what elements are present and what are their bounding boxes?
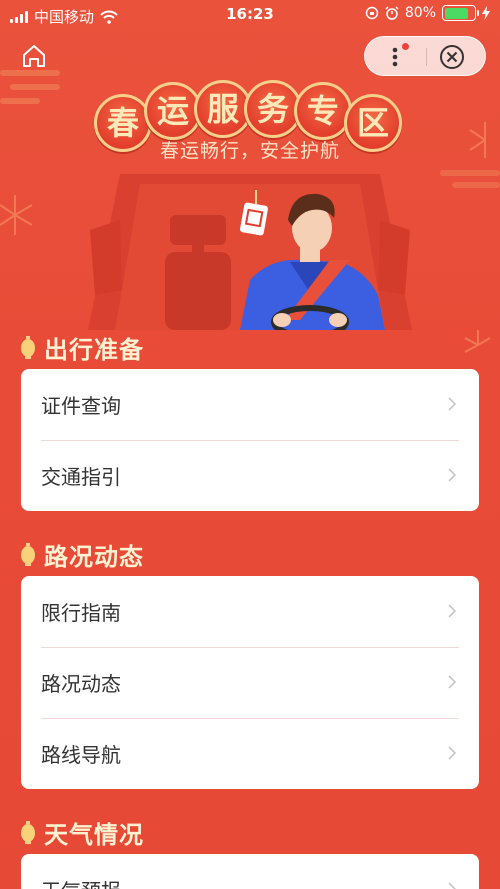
driver-illustration	[88, 174, 412, 330]
lantern-icon	[21, 820, 35, 844]
page: 中国移动 16:23 80% 春 运 服 务 专 区 春运畅行，安全护航 出行准…	[0, 0, 500, 889]
lantern-icon	[21, 542, 35, 566]
battery-percent: 80%	[404, 5, 436, 21]
chevron-right-icon	[448, 397, 457, 411]
list-item-label: 限行指南	[41, 601, 121, 625]
list-item-label: 交通指引	[41, 465, 121, 489]
section-label: 天气情况	[44, 821, 144, 849]
chevron-right-icon	[448, 468, 457, 482]
section-title-road-conditions: 路况动态	[20, 537, 144, 572]
list-item-route-navigation[interactable]: 路线导航	[21, 718, 479, 789]
list-item-label: 天气预报	[41, 875, 121, 889]
chevron-right-icon	[448, 604, 457, 618]
alarm-icon	[385, 6, 399, 20]
battery-icon	[442, 5, 479, 21]
section-label: 出行准备	[44, 336, 144, 364]
list-item-document-query[interactable]: 证件查询	[21, 369, 479, 440]
list-item-label: 路况动态	[41, 672, 121, 696]
section-label: 路况动态	[44, 543, 144, 571]
banner-title: 春 运 服 务 专 区	[94, 80, 404, 152]
list-item-label: 路线导航	[41, 743, 121, 767]
card-road-conditions: 限行指南 路况动态 路线导航	[21, 576, 479, 789]
banner-subtitle: 春运畅行，安全护航	[159, 140, 340, 162]
banner: 春 运 服 务 专 区 春运畅行，安全护航	[0, 60, 500, 330]
lantern-icon	[21, 335, 35, 359]
card-travel-prep: 证件查询 交通指引	[21, 369, 479, 511]
title-char: 专	[294, 82, 352, 140]
chevron-right-icon	[448, 746, 457, 760]
list-item-road-status[interactable]: 路况动态	[21, 647, 479, 718]
list-item-weather-forecast[interactable]: 天气预报	[21, 854, 479, 889]
notification-dot	[402, 43, 409, 50]
charging-icon	[482, 6, 490, 20]
list-item-label: 证件查询	[41, 394, 121, 418]
status-bar: 中国移动 16:23 80%	[0, 0, 500, 30]
chevron-right-icon	[448, 882, 457, 889]
battery-level	[444, 7, 468, 19]
section-title-travel-prep: 出行准备	[20, 330, 144, 365]
rotation-lock-icon	[365, 6, 379, 20]
chevron-right-icon	[448, 675, 457, 689]
section-title-weather: 天气情况	[20, 815, 144, 850]
list-item-traffic-guide[interactable]: 交通指引	[21, 440, 479, 511]
card-weather: 天气预报	[21, 854, 479, 889]
list-item-restriction-guide[interactable]: 限行指南	[21, 576, 479, 647]
